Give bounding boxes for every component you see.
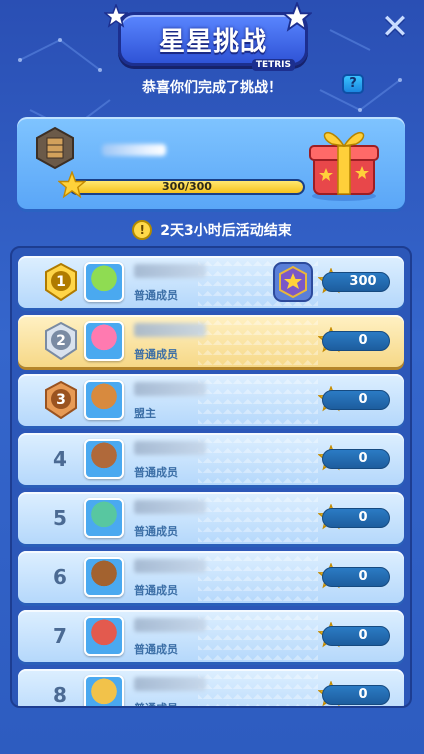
medal-gold-icon: 1 — [45, 263, 77, 301]
leaderboard-row[interactable]: 7 普通成员 0 — [18, 610, 404, 662]
row-pattern — [198, 315, 318, 367]
medal-rank: 3 — [56, 392, 66, 408]
row-pattern — [198, 610, 318, 662]
player-name — [134, 441, 206, 455]
member-role: 普通成员 — [134, 584, 178, 597]
row-pattern — [198, 374, 318, 426]
score-value: 0 — [322, 331, 390, 351]
player-name — [134, 559, 206, 573]
leaderboard-row[interactable]: 6 普通成员 0 — [18, 551, 404, 603]
rank-number: 8 — [53, 683, 67, 707]
member-role: 普通成员 — [134, 466, 178, 479]
alert-icon: ! — [132, 220, 153, 240]
leaderboard-row[interactable]: 8 普通成员 0 — [18, 669, 404, 707]
title-subtitle: TETRIS — [251, 59, 295, 71]
score-value: 300 — [322, 272, 390, 292]
leaderboard-row[interactable]: 4 普通成员 0 — [18, 433, 404, 485]
avatar[interactable] — [84, 262, 124, 302]
leaderboard-row[interactable]: 2 普通成员 0 — [18, 315, 404, 367]
row-pattern — [198, 551, 318, 603]
member-role: 普通成员 — [134, 525, 178, 538]
close-button[interactable]: ✕ — [380, 10, 410, 44]
row-pattern — [198, 433, 318, 485]
rank-number: 6 — [53, 565, 67, 589]
rank-number: 4 — [53, 447, 67, 471]
page-title: 星星挑战 — [158, 26, 267, 57]
medal-bronze-icon: 3 — [45, 381, 77, 419]
medal-rank: 2 — [56, 333, 66, 349]
score-value: 0 — [322, 567, 390, 587]
help-button[interactable]: ? — [342, 74, 364, 94]
title-banner: 星星挑战 TETRIS — [118, 12, 308, 71]
score-value: 0 — [322, 508, 390, 528]
player-name — [134, 323, 206, 337]
gift-box-icon[interactable] — [302, 118, 386, 202]
avatar[interactable] — [84, 616, 124, 656]
player-name — [134, 382, 206, 396]
leaderboard-row[interactable]: 1 普通成员 300 — [18, 256, 404, 308]
avatar[interactable] — [84, 557, 124, 597]
avatar[interactable] — [84, 439, 124, 479]
player-name — [102, 144, 166, 156]
rank-number: 5 — [53, 506, 67, 530]
row-pattern — [198, 492, 318, 544]
row-pattern — [198, 669, 318, 706]
medal-silver-icon: 2 — [45, 322, 77, 360]
rank-number: 7 — [53, 624, 67, 648]
player-name — [134, 500, 206, 514]
timer-text: 2天3小时后活动结束 — [160, 223, 292, 239]
player-name — [134, 618, 206, 632]
player-name — [134, 677, 206, 691]
avatar[interactable] — [84, 498, 124, 538]
score-value: 0 — [322, 449, 390, 469]
member-role: 普通成员 — [134, 348, 178, 361]
leaderboard-row[interactable]: 3 盟主 0 — [18, 374, 404, 426]
star-icon — [58, 171, 86, 199]
avatar[interactable] — [84, 675, 124, 706]
player-name — [134, 264, 206, 278]
leaderboard-row[interactable]: 5 普通成员 0 — [18, 492, 404, 544]
avatar[interactable] — [84, 380, 124, 420]
top-rank-badge-icon — [273, 262, 313, 302]
score-value: 0 — [322, 390, 390, 410]
progress-label: 300/300 — [162, 180, 212, 193]
event-timer: ! 2天3小时后活动结束 — [0, 220, 424, 240]
member-role: 普通成员 — [134, 289, 178, 302]
member-role: 盟主 — [134, 407, 156, 420]
guild-emblem-icon — [36, 126, 74, 170]
score-value: 0 — [322, 685, 390, 705]
member-role: 普通成员 — [134, 643, 178, 656]
score-value: 0 — [322, 626, 390, 646]
member-role: 普通成员 — [134, 700, 178, 706]
star-icon — [282, 2, 312, 32]
star-icon — [104, 4, 128, 28]
leaderboard[interactable]: 1 普通成员 300 2 普通成员 0 3 盟主 0 4 普通成员 0 5 普通成员 0 6 普通成员 0 7 普通成… — [10, 246, 412, 708]
medal-rank: 1 — [56, 274, 66, 290]
avatar[interactable] — [84, 321, 124, 361]
